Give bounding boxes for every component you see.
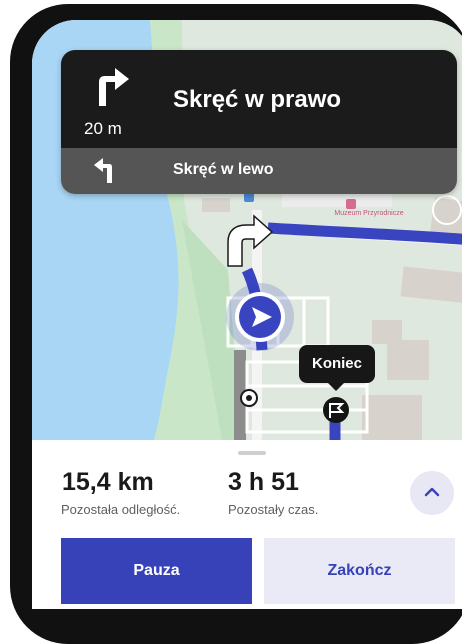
- device-frame: Muzeum Przyrodnicze Koniec 20 m Skręć w …: [10, 4, 462, 644]
- trip-summary-sheet[interactable]: 15,4 km Pozostała odległość. 3 h 51 Pozo…: [32, 440, 462, 609]
- turn-left-icon: [94, 158, 112, 183]
- next-maneuver-instruction: Skręć w lewo: [173, 161, 274, 178]
- maneuver-distance: 20 m: [84, 119, 122, 138]
- current-maneuver: 20 m Skręć w prawo: [61, 50, 457, 148]
- end-button[interactable]: Zakończ: [264, 538, 455, 604]
- museum-pin-icon: [346, 199, 356, 209]
- tooltip-pointer: [328, 383, 344, 391]
- remaining-distance-label: Pozostała odległość.: [61, 502, 181, 517]
- sheet-drag-handle[interactable]: [238, 451, 266, 455]
- building: [387, 340, 429, 380]
- next-maneuver: Skręć w lewo: [61, 148, 457, 194]
- pause-button[interactable]: Pauza: [61, 538, 252, 604]
- remaining-time-value: 3 h 51: [228, 468, 299, 496]
- expand-button[interactable]: [410, 471, 454, 515]
- remaining-distance-value: 15,4 km: [62, 468, 154, 496]
- app-screen: Muzeum Przyrodnicze Koniec 20 m Skręć w …: [32, 20, 462, 609]
- destination-tooltip: Koniec: [299, 345, 375, 383]
- building: [202, 198, 230, 212]
- destination-marker: [323, 397, 349, 423]
- remaining-time-label: Pozostały czas.: [228, 502, 319, 517]
- building: [362, 395, 422, 440]
- chevron-up-icon: [424, 487, 440, 497]
- turn-right-icon: [99, 68, 129, 106]
- navigation-card[interactable]: 20 m Skręć w prawo Skręć w lewo: [61, 50, 457, 194]
- maneuver-instruction: Skręć w prawo: [173, 86, 342, 113]
- poi-label: Muzeum Przyrodnicze: [334, 210, 404, 217]
